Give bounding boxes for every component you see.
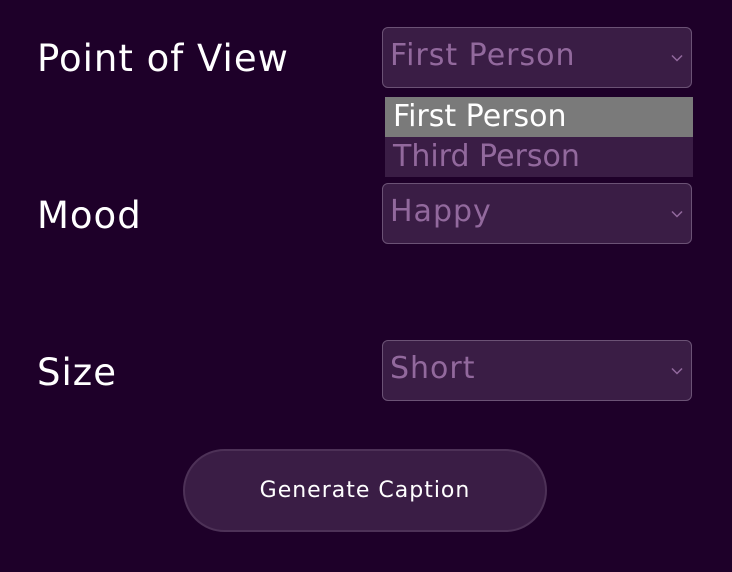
size-label: Size [37, 351, 117, 394]
point-of-view-select[interactable]: First Person [382, 27, 692, 88]
mood-select[interactable]: Happy [382, 183, 692, 244]
size-value: Short [390, 351, 476, 386]
generate-caption-button[interactable]: Generate Caption [183, 449, 547, 532]
chevron-down-icon [671, 367, 683, 375]
mood-label: Mood [37, 194, 142, 237]
point-of-view-dropdown-list: First Person Third Person [385, 97, 693, 177]
dropdown-option-third-person[interactable]: Third Person [385, 137, 693, 177]
chevron-down-icon [671, 210, 683, 218]
point-of-view-label: Point of View [37, 37, 289, 80]
dropdown-option-first-person[interactable]: First Person [385, 97, 693, 137]
mood-value: Happy [390, 194, 492, 229]
point-of-view-value: First Person [390, 38, 576, 73]
chevron-down-icon [671, 54, 683, 62]
size-select[interactable]: Short [382, 340, 692, 401]
